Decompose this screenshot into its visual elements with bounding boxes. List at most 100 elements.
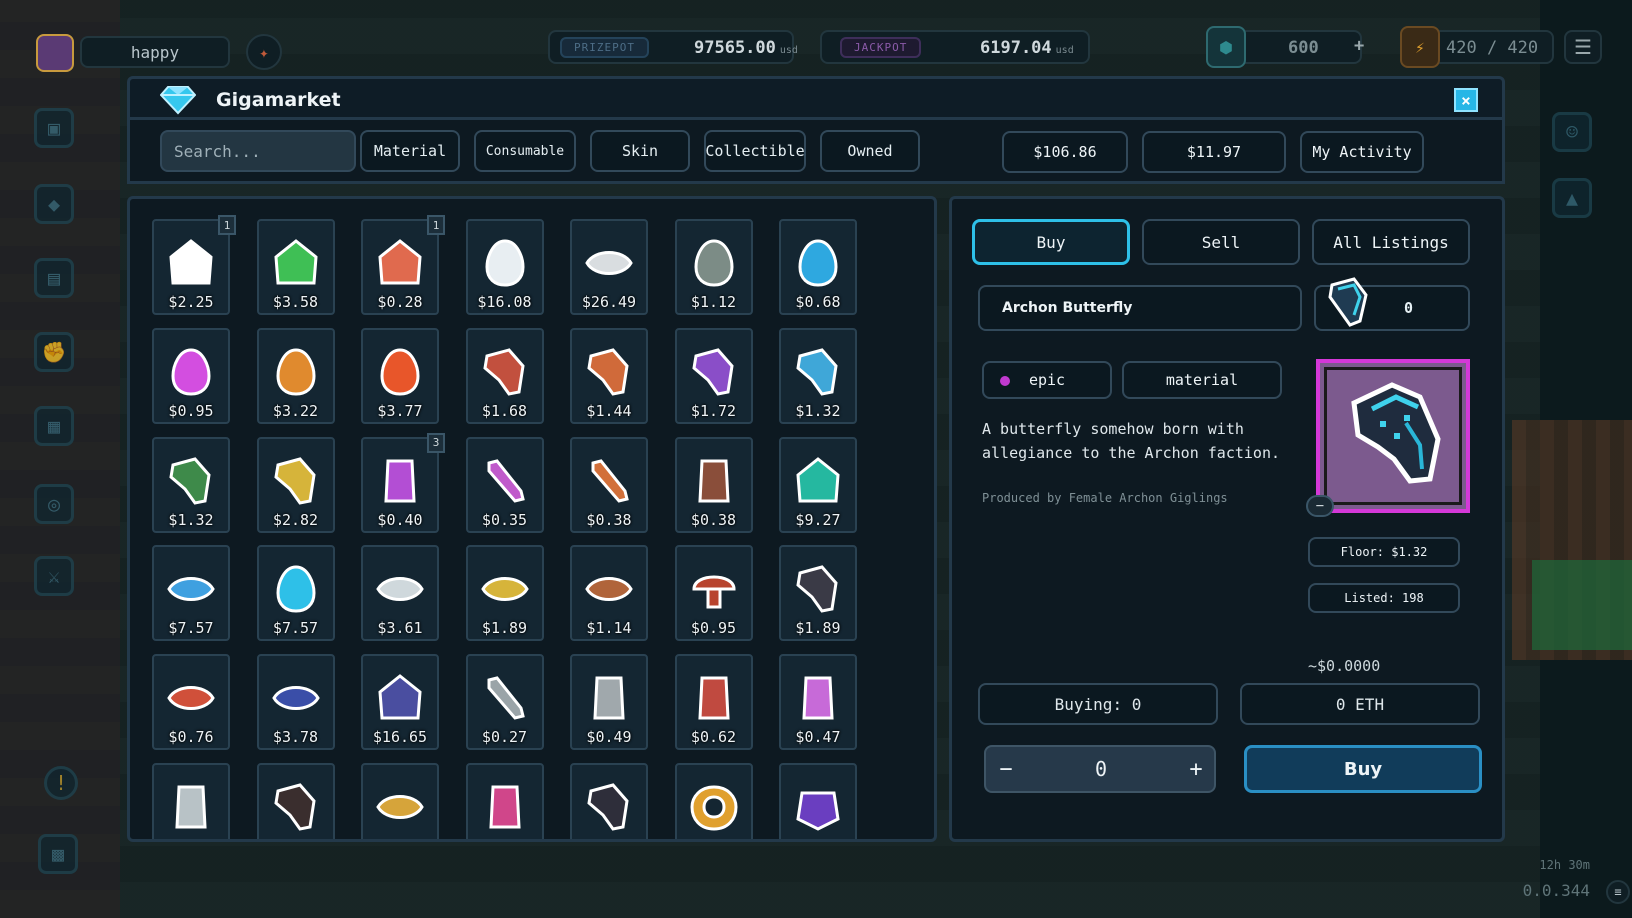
tab-all-listings[interactable]: All Listings — [1312, 219, 1470, 265]
avatar[interactable] — [36, 34, 74, 72]
alert-icon[interactable]: ! — [44, 766, 78, 800]
dark-bat-icon — [273, 783, 316, 831]
shop-icon[interactable]: ▦ — [34, 406, 74, 446]
item-cell[interactable]: $1.32 — [152, 436, 230, 533]
red-wing-icon — [482, 348, 525, 396]
item-cell[interactable]: $1.72 — [674, 327, 753, 424]
item-cell[interactable]: $0.28 1 — [361, 215, 445, 315]
item-cell[interactable]: $0.38 — [674, 436, 753, 533]
item-cell[interactable]: $1.44 — [570, 327, 648, 424]
item-cell[interactable]: $2.82 — [256, 436, 335, 533]
item-price: $3.78 — [272, 728, 319, 747]
ring-icon — [689, 785, 738, 831]
clan-icon[interactable]: ✦ — [246, 34, 282, 70]
gems-plus-button[interactable]: + — [1354, 36, 1364, 56]
rarity-dot-icon — [1000, 376, 1010, 386]
item-price: $2.25 — [168, 293, 214, 311]
item-cell[interactable]: $7.57 — [256, 545, 335, 642]
search-input[interactable] — [160, 130, 356, 172]
item-cell[interactable]: $0.95 — [152, 327, 230, 424]
red-mushroom-icon — [691, 576, 736, 609]
item-cell[interactable]: $7.57 — [152, 545, 230, 642]
item-price: $0.27 — [481, 728, 528, 747]
item-cell[interactable]: $0.35 — [465, 436, 544, 533]
item-cell[interactable] — [674, 763, 753, 839]
item-cell[interactable]: $0.76 — [152, 654, 230, 751]
quantity-badge: 3 — [427, 432, 445, 453]
item-cell[interactable]: $3.61 — [361, 545, 439, 642]
item-cell[interactable] — [152, 763, 230, 839]
item-price: $0.38 — [586, 510, 632, 529]
map-icon[interactable]: ◎ — [34, 484, 74, 524]
item-cell[interactable] — [779, 763, 857, 839]
swords-icon[interactable]: ⚔ — [34, 556, 74, 596]
item-cell[interactable]: $0.68 — [779, 219, 857, 315]
usd-estimate: ~$0.0000 — [1308, 657, 1381, 675]
item-cell[interactable]: $3.58 — [256, 219, 335, 315]
butterfly-wing-icon — [1328, 277, 1368, 327]
item-cell[interactable] — [570, 763, 648, 839]
item-cell[interactable]: $0.38 — [570, 436, 648, 533]
item-cell[interactable]: $0.47 — [779, 654, 857, 751]
item-cell[interactable]: $3.22 — [256, 327, 335, 424]
chat-icon[interactable]: ≡ — [1606, 880, 1630, 904]
striped-orb-icon — [480, 577, 529, 602]
username-chip: happy — [80, 36, 230, 68]
item-cell[interactable]: $0.95 — [674, 545, 753, 642]
purple-potion-icon — [384, 459, 416, 503]
item-cell[interactable]: $1.89 — [779, 545, 857, 642]
quantity-minus-button[interactable]: − — [992, 755, 1020, 783]
item-cell[interactable]: $3.77 — [361, 327, 439, 424]
jackpot-label: JACKPOT — [840, 37, 922, 58]
balance-secondary-button[interactable]: $11.97 — [1142, 131, 1286, 173]
inventory-icon[interactable]: ▣ — [34, 108, 74, 148]
gigamarket-window: Gigamarket × Material Consumable Skin Co… — [127, 76, 1505, 842]
profile-icon[interactable]: ☺ — [1552, 112, 1592, 152]
menu-button[interactable]: ☰ — [1564, 30, 1602, 64]
diamond-icon — [159, 85, 197, 119]
item-cell[interactable]: $1.89 — [465, 545, 544, 642]
item-cell[interactable] — [465, 763, 544, 839]
item-price: $1.68 — [481, 401, 528, 420]
item-cell[interactable]: $0.40 3 — [361, 432, 445, 533]
purple-wing-icon — [691, 348, 734, 396]
fist-icon[interactable]: ✊ — [34, 332, 74, 372]
item-cell[interactable]: $2.25 1 — [152, 215, 236, 315]
item-cell[interactable]: $1.12 — [674, 219, 753, 315]
balance-usd-button[interactable]: $106.86 — [1002, 131, 1128, 173]
preview-minus-button[interactable]: − — [1306, 495, 1334, 517]
gem-icon: ⬢ — [1206, 26, 1246, 68]
window-title: Gigamarket — [216, 89, 341, 111]
item-cell[interactable]: $1.32 — [779, 327, 857, 424]
item-cell[interactable] — [361, 763, 439, 839]
item-cell[interactable]: $26.49 — [570, 219, 648, 315]
item-cell[interactable]: $1.14 — [570, 545, 648, 642]
filter-consumable[interactable]: Consumable — [474, 130, 576, 172]
item-cell[interactable]: $0.49 — [570, 654, 648, 751]
chest-icon[interactable]: ▩ — [38, 834, 78, 874]
item-cell[interactable] — [256, 763, 335, 839]
quantity-plus-button[interactable]: + — [1182, 755, 1210, 783]
market-gem-icon[interactable]: ◆ — [34, 184, 74, 224]
buy-button[interactable]: Buy — [1244, 745, 1482, 793]
close-button[interactable]: × — [1454, 88, 1478, 112]
item-cell[interactable]: $0.27 — [465, 654, 544, 751]
tab-buy[interactable]: Buy — [972, 219, 1130, 265]
filter-skin[interactable]: Skin — [590, 130, 690, 172]
storage-icon[interactable]: ▤ — [34, 258, 74, 298]
item-cell[interactable]: $16.08 — [465, 219, 544, 315]
my-activity-button[interactable]: My Activity — [1300, 131, 1424, 173]
filter-material[interactable]: Material — [360, 130, 460, 172]
item-cell[interactable]: $1.68 — [465, 327, 544, 424]
camp-icon[interactable]: ▲ — [1552, 178, 1592, 218]
filter-collectible[interactable]: Collectible — [704, 130, 806, 172]
item-cell[interactable]: $0.62 — [674, 654, 753, 751]
item-cell[interactable]: $9.27 — [779, 436, 857, 533]
tab-sell[interactable]: Sell — [1142, 219, 1300, 265]
item-cell[interactable]: $3.78 — [256, 654, 335, 751]
blue-crystal-icon — [275, 565, 316, 613]
item-price: $0.68 — [795, 293, 841, 311]
filter-owned[interactable]: Owned — [820, 130, 920, 172]
quantity-value[interactable]: 0 — [1066, 757, 1136, 781]
item-cell[interactable]: $16.65 — [361, 654, 439, 751]
